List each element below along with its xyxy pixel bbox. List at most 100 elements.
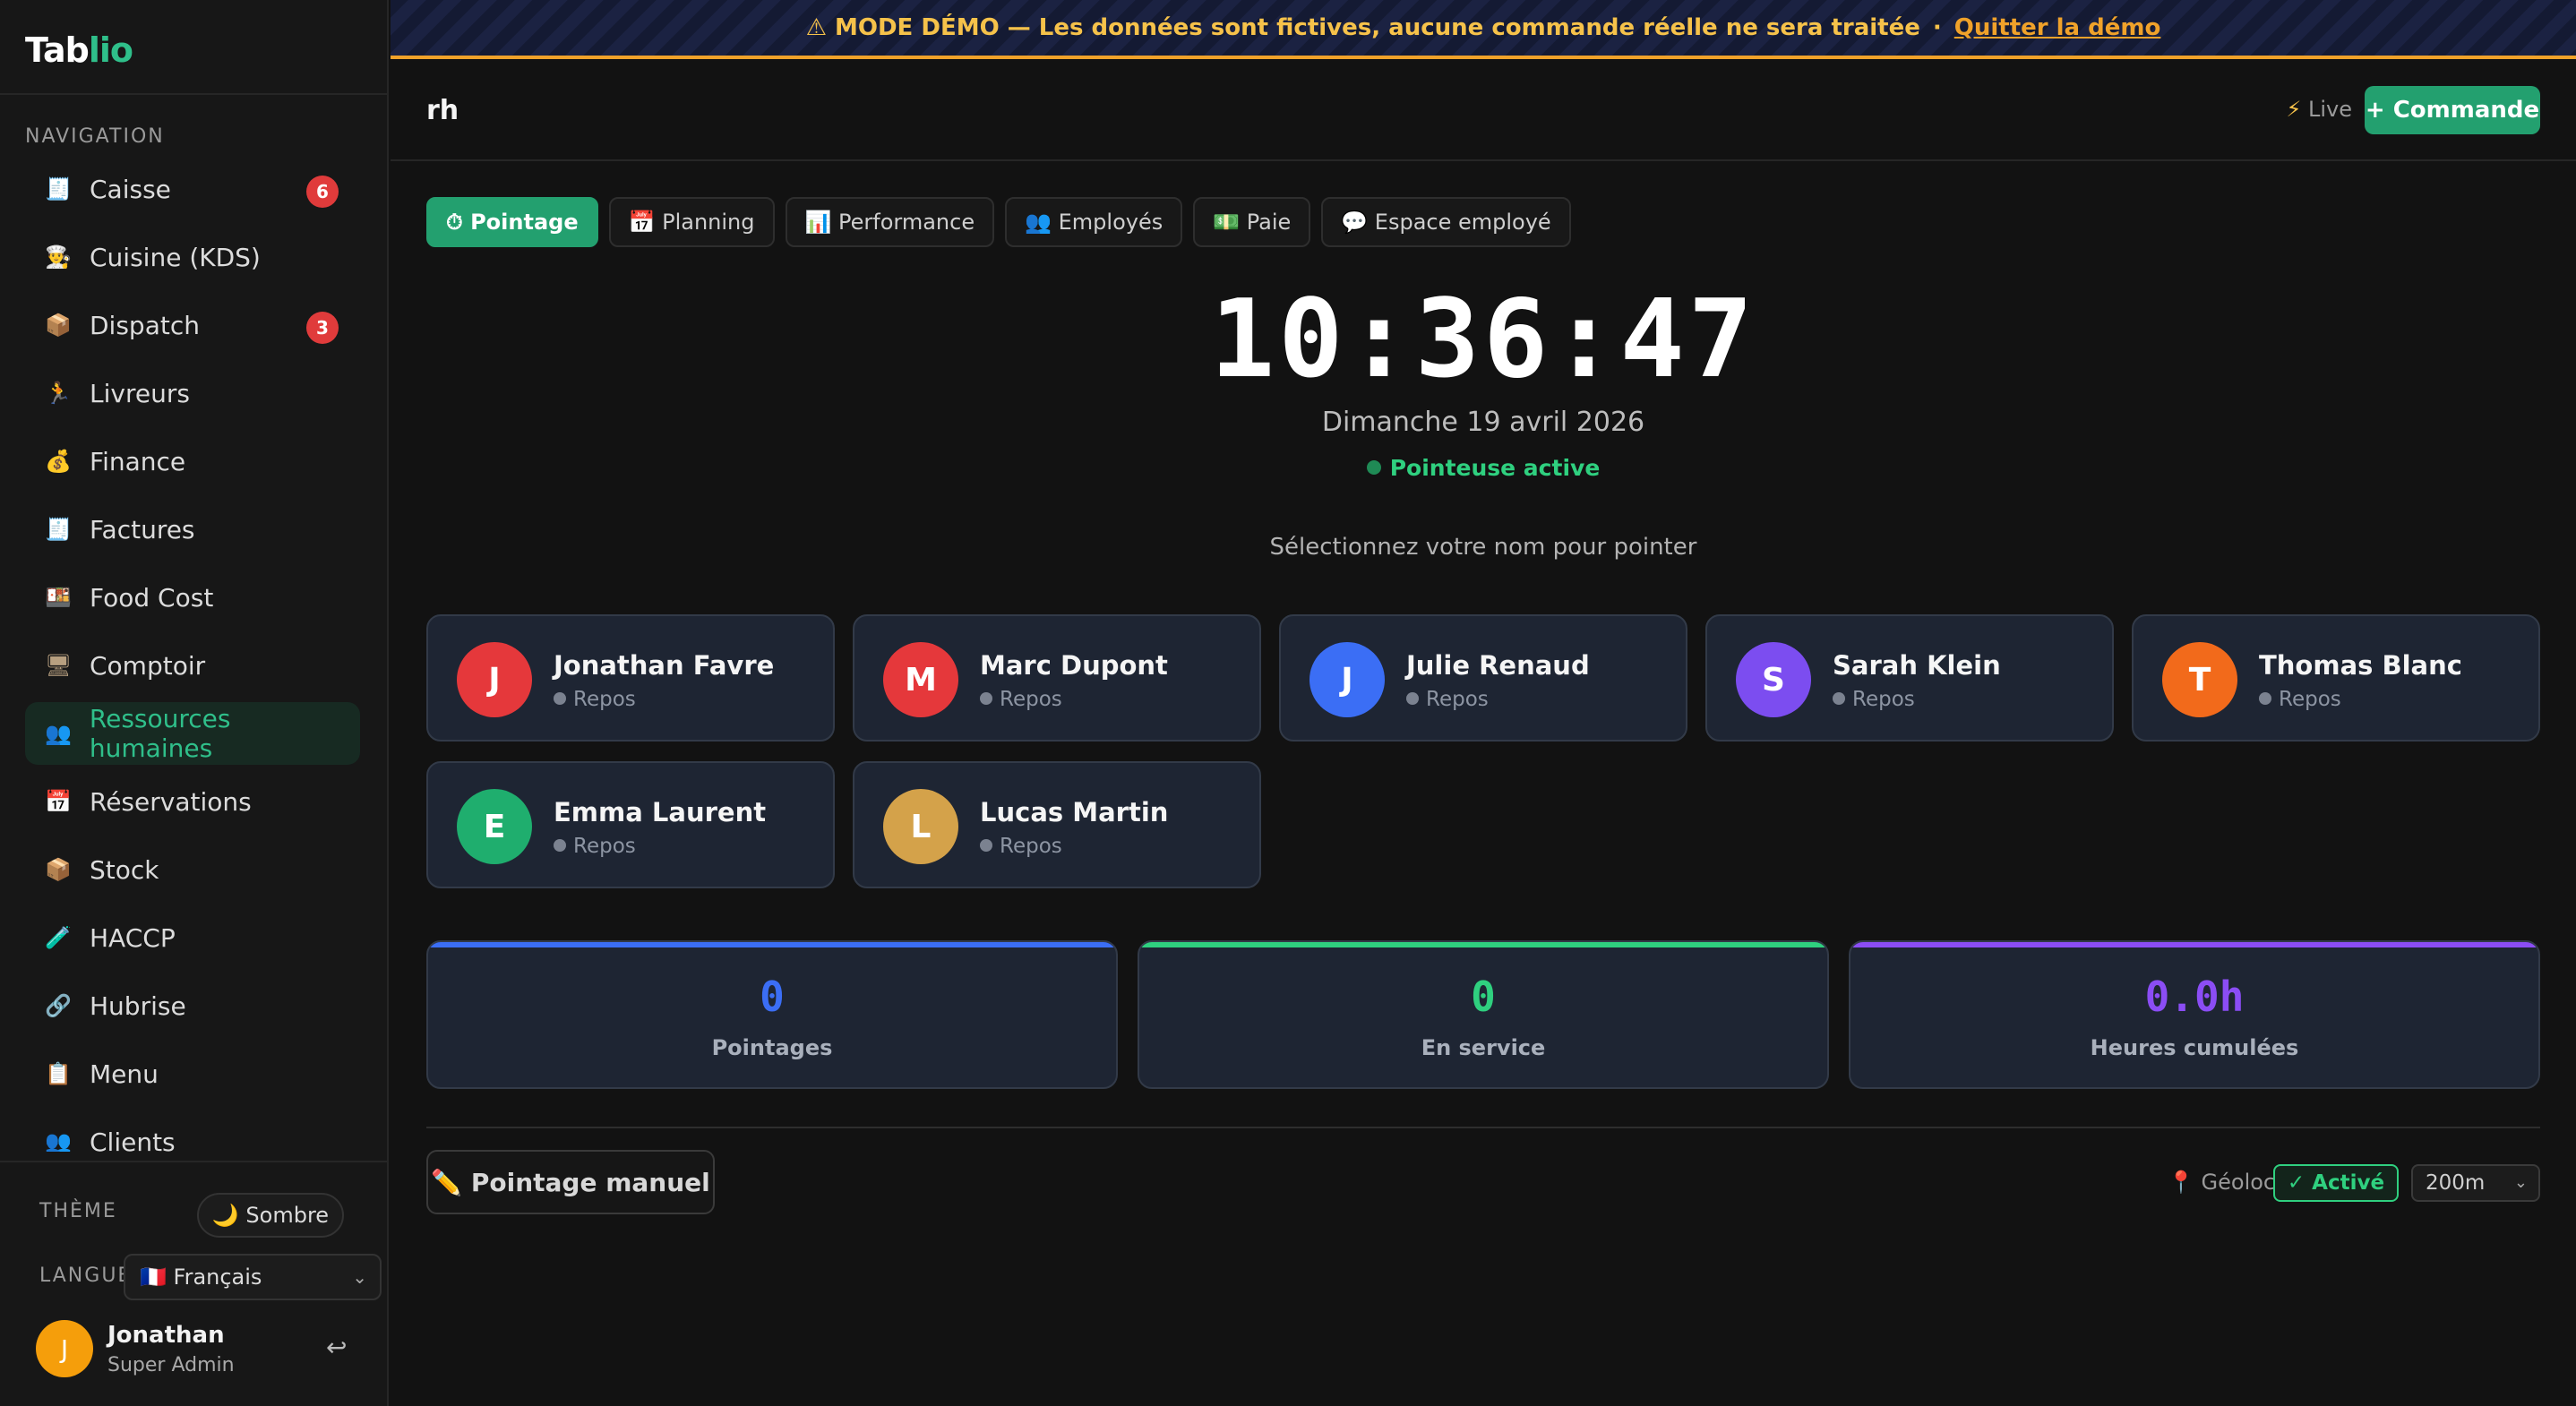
- chevron-down-icon: ⌄: [2513, 1173, 2528, 1192]
- employee-status: Repos: [1833, 688, 1915, 711]
- language-select-value: 🇫🇷 Français: [140, 1265, 262, 1290]
- chevron-down-icon: ⌄: [352, 1266, 367, 1288]
- sidebar-item-finance[interactable]: 💰 Finance: [25, 430, 360, 493]
- geolocation-label: 📍 Géoloc: [2168, 1170, 2275, 1195]
- employee-card[interactable]: T Thomas Blanc Repos: [2132, 614, 2540, 742]
- sidebar-item-label: Réservations: [90, 786, 252, 817]
- demo-banner-text: ⚠ MODE DÉMO — Les données sont fictives,…: [805, 14, 1920, 41]
- stat-accent-bar: [1850, 942, 2538, 947]
- geolocation-label-text: Géoloc: [2201, 1170, 2276, 1195]
- employee-card[interactable]: J Jonathan Favre Repos: [426, 614, 835, 742]
- theme-toggle-button[interactable]: 🌙 Sombre: [197, 1193, 344, 1238]
- sidebar-item-label: Factures: [90, 514, 195, 544]
- notification-badge: 3: [306, 312, 339, 344]
- tab-0[interactable]: ⏱ Pointage: [426, 197, 598, 247]
- status-dot-icon: [1366, 460, 1381, 475]
- employee-card[interactable]: J Julie Renaud Repos: [1279, 614, 1687, 742]
- comptoir-icon: 🖥: [45, 653, 73, 678]
- sidebar-item-label: Hubrise: [90, 990, 186, 1021]
- status-dot-icon: [980, 839, 992, 852]
- sidebar-item-livreurs[interactable]: 🏃 Livreurs: [25, 362, 360, 424]
- stats-row: 0 Pointages 0 En service 0.0h Heures cumulées: [426, 940, 2540, 1089]
- stat-value: 0: [1471, 973, 1496, 1021]
- tab-4[interactable]: 💵 Paie: [1193, 197, 1311, 247]
- clock-date: Dimanche 19 avril 2026: [1321, 407, 1645, 438]
- employee-name: Marc Dupont: [980, 650, 1168, 681]
- language-select[interactable]: 🇫🇷 Français ⌄: [124, 1254, 382, 1300]
- employee-name: Thomas Blanc: [2259, 650, 2462, 681]
- sidebar-item-label: Food Cost: [90, 582, 214, 613]
- sidebar-item-ressources-humaines[interactable]: 👥 Ressources humaines: [25, 702, 360, 765]
- tab-1[interactable]: 📅 Planning: [608, 197, 775, 247]
- hr-tabs: ⏱ Pointage 📅 Planning 📊 Performance 👥 Emplo…: [426, 197, 1571, 247]
- sidebar-item-stock[interactable]: 📦 Stock: [25, 838, 360, 901]
- employee-card[interactable]: E Emma Laurent Repos: [426, 761, 835, 888]
- tab-3[interactable]: 👥 Employés: [1005, 197, 1183, 247]
- employee-status: Repos: [980, 835, 1062, 858]
- quit-demo-link[interactable]: Quitter la démo: [1954, 14, 2161, 41]
- employee-card[interactable]: L Lucas Martin Repos: [853, 761, 1261, 888]
- sidebar-item-label: Caisse: [90, 174, 171, 204]
- sidebar-item-label: Finance: [90, 446, 186, 476]
- stat-card: 0 Pointages: [426, 940, 1118, 1089]
- employee-grid: J Jonathan Favre Repos M Marc Dupont Repos J Ju…: [426, 614, 2540, 888]
- manual-clock-in-button[interactable]: ✏️ Pointage manuel: [426, 1150, 715, 1214]
- employee-card[interactable]: S Sarah Klein Repos: [1705, 614, 2114, 742]
- sidebar-item-cuisine-kds[interactable]: 👨‍🍳 Cuisine (KDS): [25, 226, 360, 288]
- sidebar-item-clients[interactable]: 👥 Clients: [25, 1110, 360, 1153]
- clock-time: 10:36:47: [1210, 278, 1756, 402]
- sidebar-item-menu[interactable]: 📋 Menu: [25, 1042, 360, 1105]
- caisse-icon: 🧾: [45, 176, 72, 201]
- new-order-button[interactable]: + Commande: [2365, 86, 2540, 134]
- employee-name: Lucas Martin: [980, 797, 1169, 827]
- status-dot-icon: [554, 839, 566, 852]
- logout-icon[interactable]: ↩: [326, 1333, 347, 1362]
- stock-icon: 📦: [45, 857, 72, 882]
- sidebar-item-reservations[interactable]: 📅 Réservations: [25, 770, 360, 833]
- employee-avatar: J: [457, 642, 532, 717]
- employee-status: Repos: [1406, 688, 1489, 711]
- reservations-icon: 📅: [45, 789, 72, 814]
- sidebar-item-caisse[interactable]: 🧾 Caisse 6: [25, 158, 360, 220]
- geofence-radius-value: 200m: [2426, 1171, 2486, 1195]
- food-cost-icon: 🍱: [45, 585, 72, 610]
- sidebar-item-label: Ressources humaines: [89, 704, 231, 763]
- stat-card: 0.0h Heures cumulées: [1849, 940, 2540, 1089]
- employee-status: Repos: [980, 688, 1062, 711]
- sidebar-item-label: Livreurs: [90, 378, 190, 408]
- employee-avatar: M: [883, 642, 958, 717]
- sidebar-item-haccp[interactable]: 🧪 HACCP: [25, 906, 360, 969]
- sidebar-item-label: HACCP: [90, 922, 176, 953]
- haccp-icon: 🧪: [45, 925, 72, 950]
- user-avatar[interactable]: J: [36, 1320, 93, 1377]
- sidebar-item-hubrise[interactable]: 🔗 Hubrise: [25, 974, 360, 1037]
- sidebar-item-dispatch[interactable]: 📦 Dispatch 3: [25, 294, 360, 356]
- employee-status-label: Repos: [1426, 688, 1489, 711]
- employee-status: Repos: [554, 835, 636, 858]
- employee-avatar: J: [1309, 642, 1385, 717]
- employee-avatar: E: [457, 789, 532, 864]
- employee-card[interactable]: M Marc Dupont Repos: [853, 614, 1261, 742]
- theme-label: THÈME: [39, 1200, 117, 1222]
- geolocation-status-badge[interactable]: ✓ Activé: [2273, 1164, 2399, 1202]
- tab-2[interactable]: 📊 Performance: [785, 197, 995, 247]
- sidebar-item-food-cost[interactable]: 🍱 Food Cost: [25, 566, 360, 629]
- employee-status-label: Repos: [1000, 688, 1062, 711]
- tab-5[interactable]: 💬 Espace employé: [1321, 197, 1571, 247]
- sidebar-item-label: Menu: [90, 1059, 159, 1089]
- sidebar-nav: 🧾 Caisse 6 👨‍🍳 Cuisine (KDS) 📦 Dispatch 3 🏃 Livre…: [25, 158, 360, 1152]
- dispatch-icon: 📦: [45, 313, 72, 338]
- cuisine-kds-icon: 👨‍🍳: [45, 244, 72, 270]
- app-logo[interactable]: Tablio: [25, 30, 133, 70]
- sidebar-item-label: Clients: [90, 1127, 176, 1153]
- sidebar-item-factures[interactable]: 🧾 Factures: [25, 498, 360, 561]
- page-title: rh: [426, 95, 459, 126]
- status-dot-icon: [1833, 692, 1845, 705]
- employee-status: Repos: [2259, 688, 2341, 711]
- sidebar-item-comptoir[interactable]: 🖥 Comptoir: [25, 634, 360, 697]
- geofence-radius-select[interactable]: 200m ⌄: [2411, 1164, 2540, 1202]
- sidebar: Tablio NAVIGATION 🧾 Caisse 6 👨‍🍳 Cuisine (KD…: [0, 0, 389, 1406]
- employee-status-label: Repos: [1852, 688, 1915, 711]
- factures-icon: 🧾: [45, 517, 72, 542]
- employee-status-label: Repos: [1000, 835, 1062, 858]
